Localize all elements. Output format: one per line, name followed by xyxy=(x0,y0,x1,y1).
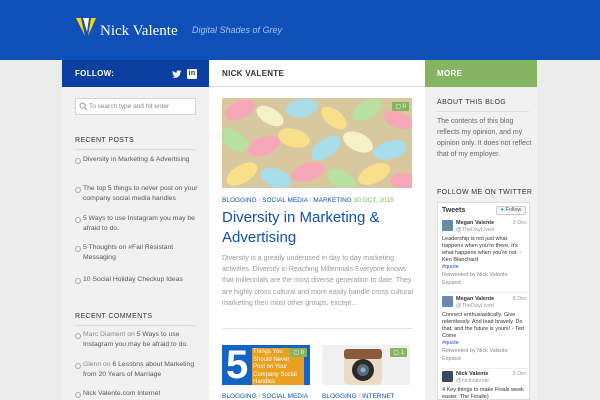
category-link[interactable]: MARKETING xyxy=(313,197,352,204)
divider xyxy=(442,292,528,293)
comment-on: on xyxy=(127,331,135,338)
avatar xyxy=(442,220,453,231)
comment-author[interactable]: Glenn xyxy=(83,361,101,368)
thumb-number: 5 xyxy=(226,345,249,385)
separator: / xyxy=(309,197,312,204)
main-bar-label: NICK VALENTE xyxy=(222,69,285,78)
recent-comment: Glenn on 6 Lessons about Marketing from … xyxy=(75,360,200,380)
divider xyxy=(437,111,529,112)
follow-label: FOLLOW: xyxy=(75,69,115,78)
recent-comment: Marc Diament on 5 Ways to use Instagram … xyxy=(75,330,200,350)
twitter-bird-icon: ● xyxy=(500,207,504,213)
divider xyxy=(442,368,528,369)
tweet-hashtag[interactable]: #quote xyxy=(442,340,459,346)
divider xyxy=(222,328,412,329)
post-date: 30 OCT, 2015 xyxy=(353,197,394,204)
tweet-text: Leadership is not just what happens when… xyxy=(442,236,522,263)
separator: / xyxy=(258,393,261,400)
post-thumbnail[interactable]: 5 Things You Should Never Post on Your C… xyxy=(222,345,310,385)
hero-image[interactable]: ▢ 0 xyxy=(222,98,412,188)
tweet-text: Connect enthusiastically. Give relentles… xyxy=(442,312,524,339)
tweet-handle: @TheDayLived xyxy=(456,227,494,233)
avatar xyxy=(442,371,453,382)
comment-author[interactable]: Marc Diament xyxy=(83,331,125,338)
tweet-handle: @TheDayLived xyxy=(456,303,494,309)
separator: / xyxy=(358,393,361,400)
avatar xyxy=(442,296,453,307)
comment-count: 0 xyxy=(402,104,406,110)
thumb-meta: BLOGGING / SOCIAL MEDIA xyxy=(222,393,308,400)
comment-bubble-icon: ▢ xyxy=(293,350,299,356)
tweet[interactable]: Nick Valente 5 Dec @nickvalente 4 Key th… xyxy=(442,371,528,400)
right-sidebar: ABOUT THIS BLOG The contents of this blo… xyxy=(425,87,537,400)
logo-mark-icon[interactable] xyxy=(75,16,97,38)
candy-corn-image xyxy=(222,98,412,188)
tweet-text: 4 Key things to make Finals week easier.… xyxy=(442,387,524,400)
comment-count-badge[interactable]: ▢ 1 xyxy=(390,348,407,357)
twitter-title: FOLLOW ME ON TWITTER xyxy=(437,189,533,196)
site-tagline: Digital Shades of Grey xyxy=(192,25,283,35)
recent-posts-title: RECENT POSTS xyxy=(75,137,135,144)
comment-bubble-icon: ▢ xyxy=(395,104,401,110)
site-header: Nick Valente Digital Shades of Grey xyxy=(0,0,600,60)
tweet[interactable]: Megan Valente 3 Dec @TheDayLived Leaders… xyxy=(442,220,528,287)
tweet-expand-link[interactable]: Expand xyxy=(442,280,528,287)
post-thumbnail[interactable]: ▢ 1 xyxy=(322,345,410,385)
comment-bubble-icon: ▢ xyxy=(393,350,399,356)
recent-post-link[interactable]: 10 Social Holiday Checkup Ideas xyxy=(75,275,200,285)
comment-count-badge[interactable]: ▢ 0 xyxy=(392,102,409,111)
recent-comments-title: RECENT COMMENTS xyxy=(75,313,153,320)
post-title[interactable]: Diversity in Marketing & Advertising xyxy=(222,208,417,248)
recent-post-link[interactable]: The top 5 things to never post on your c… xyxy=(75,184,200,204)
recent-comment: Nick Valente.com Internet xyxy=(75,389,200,399)
category-link[interactable]: INTERNET xyxy=(362,393,395,400)
about-text: The contents of this blog reflects my op… xyxy=(437,118,532,158)
follow-label: Follow xyxy=(505,207,522,213)
main-content: ▢ 0 BLOGGING / SOCIAL MEDIA / MARKETING … xyxy=(209,87,425,400)
tweet-date: 8 Dec xyxy=(512,296,527,302)
search-placeholder: To search type and hit enter xyxy=(89,103,170,110)
twitter-follow-button[interactable]: ● Follow xyxy=(496,206,526,215)
search-input[interactable]: To search type and hit enter xyxy=(75,98,196,115)
comment-count: 0 xyxy=(300,350,304,356)
twitter-widget-title: Tweets xyxy=(442,207,466,214)
comment-count-badge[interactable]: ▢ 0 xyxy=(290,348,307,357)
tweet-hashtag[interactable]: #quote xyxy=(442,264,459,270)
about-title: ABOUT THIS BLOG xyxy=(437,99,507,106)
separator: / xyxy=(258,197,261,204)
more-bar-label: MORE xyxy=(437,69,463,78)
tweet-date: 3 Dec xyxy=(512,220,527,226)
category-link[interactable]: SOCIAL MEDIA xyxy=(262,197,308,204)
search-icon xyxy=(79,102,88,111)
comment-count: 1 xyxy=(400,350,404,356)
tweet-retweet-note: Retweeted by Nick Valente xyxy=(442,348,508,354)
twitter-widget[interactable]: Tweets ● Follow Megan Valente 3 Dec @The… xyxy=(437,202,530,400)
post-excerpt: Diversity is a greatly underused in day … xyxy=(222,255,414,307)
comment-on: on xyxy=(103,361,111,368)
divider xyxy=(75,149,196,150)
category-link[interactable]: BLOGGING xyxy=(222,393,257,400)
main-bar: NICK VALENTE xyxy=(209,60,425,87)
left-sidebar: To search type and hit enter RECENT POST… xyxy=(62,87,209,400)
tweet-handle: @nickvalente xyxy=(456,378,490,384)
site-brand[interactable]: Nick Valente xyxy=(100,23,178,40)
divider xyxy=(75,325,196,326)
tweet-retweet-note: Retweeted by Nick Valente xyxy=(442,272,508,278)
category-link[interactable]: BLOGGING xyxy=(322,393,357,400)
post-meta: BLOGGING / SOCIAL MEDIA / MARKETING 30 O… xyxy=(222,197,394,204)
follow-bar: FOLLOW: in xyxy=(62,60,209,87)
category-link[interactable]: BLOGGING xyxy=(222,197,257,204)
thumb-meta: BLOGGING / INTERNET xyxy=(322,393,395,400)
recent-post-link[interactable]: Diversity in Marketing & Advertising xyxy=(75,155,200,165)
tweet-date: 5 Dec xyxy=(512,371,527,377)
category-link[interactable]: SOCIAL MEDIA xyxy=(262,393,308,400)
tweet-expand-link[interactable]: Expand xyxy=(442,356,528,363)
comment-author[interactable]: Nick Valente.com Internet xyxy=(83,390,160,397)
recent-post-link[interactable]: 5 Ways to use Instagram you may be afrai… xyxy=(75,214,200,234)
tweet[interactable]: Megan Valente 8 Dec @TheDayLived Connect… xyxy=(442,296,528,363)
linkedin-icon[interactable]: in xyxy=(187,69,197,79)
twitter-icon[interactable] xyxy=(172,69,182,79)
more-bar: MORE xyxy=(425,60,537,87)
recent-post-link[interactable]: 5 Thoughts on #Fail Resistant Messaging xyxy=(75,243,200,263)
